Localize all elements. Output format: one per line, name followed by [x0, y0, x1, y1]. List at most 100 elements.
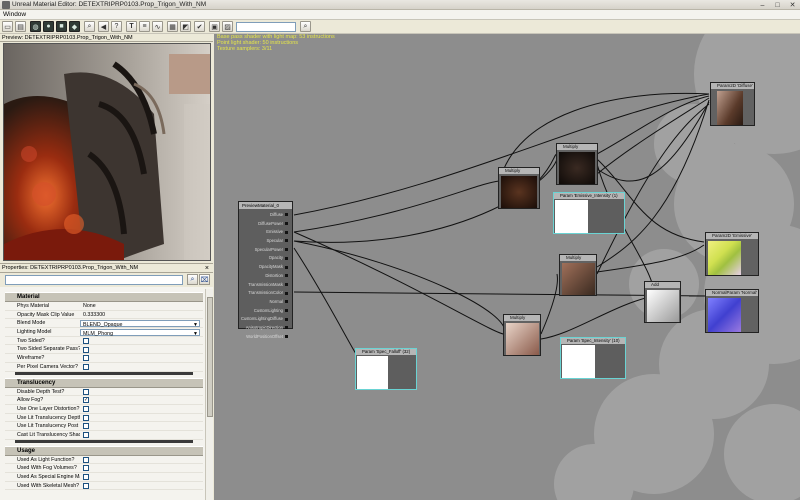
- node-title: Param 'Spec_Intensity' (10): [561, 338, 625, 344]
- clean-icon[interactable]: ▨: [222, 21, 233, 32]
- save-icon[interactable]: ▤: [15, 21, 26, 32]
- help-icon[interactable]: ?: [111, 21, 122, 32]
- property-checkbox[interactable]: [83, 388, 89, 395]
- zoom-icon[interactable]: ⌕: [84, 21, 95, 32]
- node-preview: [708, 298, 741, 332]
- texture-normal-node[interactable]: NormalParam 'Normal': [705, 289, 759, 333]
- material-input-pin[interactable]: CustomLightingDiffuse: [241, 315, 288, 324]
- property-text-value[interactable]: None: [83, 303, 96, 309]
- material-output-node[interactable]: PreviewMaterial_0 Diffuse DiffusePower Emi…: [238, 201, 293, 339]
- sphere-icon[interactable]: ●: [43, 21, 54, 32]
- live-preview-icon[interactable]: ▣: [209, 21, 220, 32]
- minimize-button[interactable]: –: [757, 1, 768, 9]
- texture-emissive-node[interactable]: Param2D 'Emissive': [705, 232, 759, 276]
- multiply-node-a[interactable]: Multiply: [498, 167, 540, 209]
- document-icon[interactable]: ▭: [2, 21, 13, 32]
- material-graph-canvas[interactable]: Base pass shader with light map: 53 inst…: [214, 34, 800, 500]
- property-checkbox[interactable]: [83, 474, 89, 481]
- material-input-pin[interactable]: OpacityMask: [241, 263, 288, 272]
- property-row: Blend Mode BLEND_Opaque ▼: [5, 319, 203, 329]
- plane-icon[interactable]: ■: [56, 21, 67, 32]
- material-input-pin[interactable]: TransmissionMask: [241, 281, 288, 290]
- node-preview: [501, 176, 537, 208]
- property-value: [80, 345, 203, 353]
- property-checkbox[interactable]: [83, 423, 89, 430]
- node-title: NormalParam 'Normal': [706, 290, 758, 296]
- property-text-value[interactable]: 0.333300: [83, 312, 105, 318]
- category-header[interactable]: Usage: [5, 445, 203, 456]
- param-spec-intensity-node[interactable]: Param 'Spec_Intensity' (10): [560, 337, 626, 379]
- material-preview-viewport[interactable]: [3, 43, 211, 261]
- property-checkbox[interactable]: [83, 337, 89, 344]
- node-title: Multiply: [557, 144, 597, 150]
- text-icon[interactable]: T: [126, 21, 137, 32]
- material-input-pin[interactable]: WorldPositionOffset: [241, 333, 288, 342]
- maximize-button[interactable]: □: [772, 1, 783, 9]
- stats-icon[interactable]: ▦: [167, 21, 178, 32]
- properties-list: Material Phys Material None Opacity Mask Cl…: [5, 289, 203, 500]
- material-input-pin[interactable]: Emissive: [241, 228, 288, 237]
- material-output-title: PreviewMaterial_0: [239, 202, 292, 209]
- menu-window[interactable]: Window: [3, 11, 26, 18]
- category-header[interactable]: Translucency: [5, 377, 203, 388]
- scrollbar-thumb[interactable]: [207, 297, 213, 417]
- property-dropdown[interactable]: BLEND_Opaque ▼: [80, 319, 200, 328]
- material-input-pin[interactable]: Distortion: [241, 272, 288, 281]
- material-input-pin[interactable]: Normal: [241, 298, 288, 307]
- texture-diffuse-node[interactable]: Param2D 'Diffuse': [710, 82, 755, 126]
- add-node[interactable]: Add: [644, 281, 681, 323]
- node-preview: [562, 263, 595, 295]
- material-input-pin[interactable]: DiffusePower: [241, 220, 288, 229]
- property-row: Used As Special Engine Mate: [5, 473, 203, 482]
- property-checkbox[interactable]: [83, 432, 89, 439]
- material-input-pin[interactable]: Opacity: [241, 254, 288, 263]
- property-checkbox[interactable]: [83, 363, 89, 370]
- curves-icon[interactable]: ∿: [152, 21, 163, 32]
- multiply-node-b[interactable]: Multiply: [556, 143, 598, 185]
- close-button[interactable]: ✕: [787, 1, 798, 9]
- dropdown-value: MLM_Phong: [83, 330, 114, 337]
- property-row: Two Sided Separate Pass?: [5, 345, 203, 355]
- realtime-icon[interactable]: ◩: [180, 21, 191, 32]
- menu-bar: Window: [0, 10, 800, 20]
- param-emissive-intensity-node[interactable]: Param 'Emissive_Intensity' (1): [553, 192, 625, 234]
- material-input-pin[interactable]: Specular: [241, 237, 288, 246]
- properties-close-button[interactable]: ×: [205, 264, 209, 272]
- property-checkbox[interactable]: [83, 346, 89, 353]
- property-value: [80, 422, 203, 430]
- material-input-pin[interactable]: TransmissionColor: [241, 289, 288, 298]
- property-checkbox[interactable]: ✓: [83, 397, 89, 404]
- multiply-node-d[interactable]: Multiply: [503, 314, 541, 356]
- properties-scrollbar[interactable]: [205, 289, 213, 500]
- search-icon[interactable]: ⌕: [300, 21, 311, 32]
- property-label: Allow Fog?: [17, 397, 44, 404]
- app-icon: [2, 1, 10, 9]
- property-checkbox[interactable]: [83, 482, 89, 489]
- property-checkbox[interactable]: [83, 355, 89, 362]
- material-input-pin[interactable]: CustomLighting: [241, 307, 288, 316]
- cube-icon[interactable]: ◆: [69, 21, 80, 32]
- material-input-pin[interactable]: Diffuse: [241, 211, 288, 220]
- clear-search-icon[interactable]: ⌧: [199, 274, 210, 285]
- toolbar-search-input[interactable]: [236, 22, 296, 32]
- property-checkbox[interactable]: [83, 456, 89, 463]
- property-row: Use Lit Translucency Post Re: [5, 422, 203, 431]
- property-label: Use Lit Translucency Post Re: [17, 423, 80, 430]
- property-checkbox[interactable]: [83, 405, 89, 412]
- back-icon[interactable]: ◀: [98, 21, 109, 32]
- properties-panel: Properties: DETEXTRIPRP0103.Prop_Trigon_…: [0, 263, 213, 500]
- expressions-icon[interactable]: ≡: [139, 21, 150, 32]
- properties-search-input[interactable]: [5, 275, 183, 285]
- material-input-pin[interactable]: AnisotropicDirection: [241, 324, 288, 333]
- apply-icon[interactable]: ✔: [194, 21, 205, 32]
- material-input-pin[interactable]: SpecularPower: [241, 246, 288, 255]
- property-checkbox[interactable]: [83, 465, 89, 472]
- property-dropdown[interactable]: MLM_Phong ▼: [80, 328, 200, 337]
- cylinder-icon[interactable]: ◍: [30, 21, 41, 32]
- property-checkbox[interactable]: [83, 414, 89, 421]
- multiply-node-c[interactable]: Multiply: [559, 254, 597, 296]
- properties-header: Properties: DETEXTRIPRP0103.Prop_Trigon_…: [0, 264, 213, 273]
- param-spec-falloff-node[interactable]: Param 'Spec_Falloff' (32): [355, 348, 417, 390]
- search-icon[interactable]: ⌕: [187, 274, 198, 285]
- category-header[interactable]: Material: [5, 292, 203, 302]
